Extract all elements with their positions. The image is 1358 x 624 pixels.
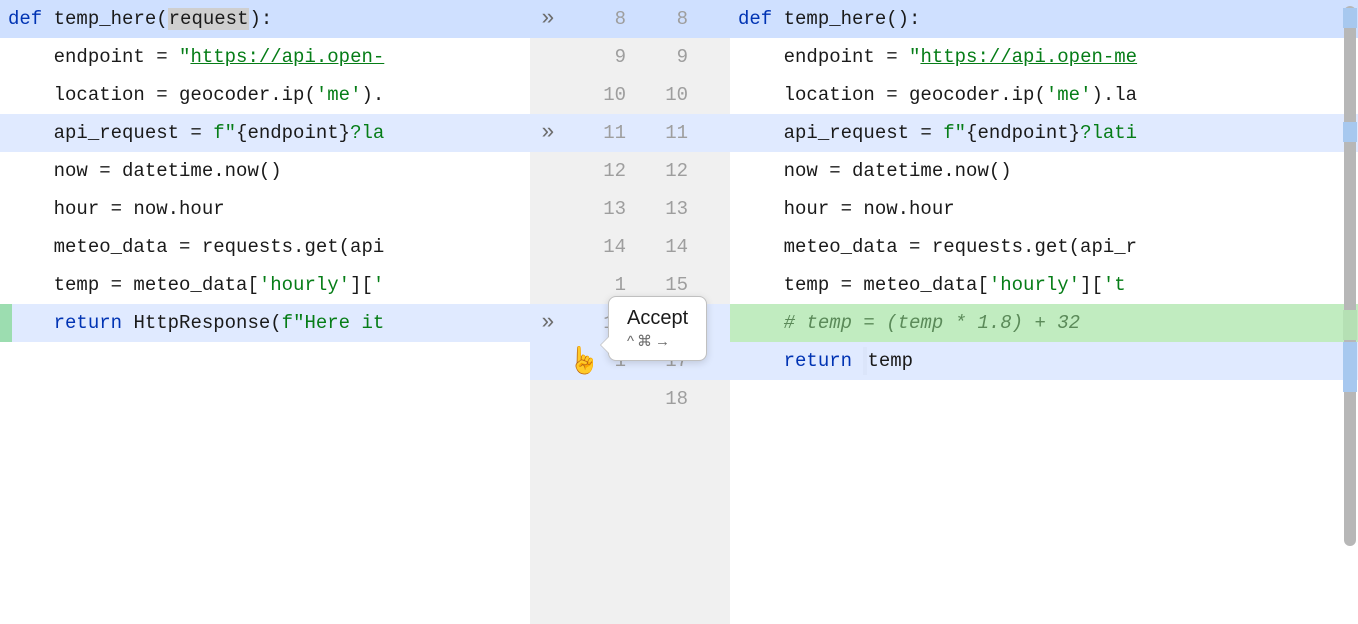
code-line[interactable]: location = geocoder.ip('me').la	[730, 76, 1358, 114]
code-line[interactable]: meteo_data = requests.get(api_r	[730, 228, 1358, 266]
gutter-row: 18	[530, 380, 730, 418]
code-line[interactable]: hour = now.hour	[0, 190, 530, 228]
right-line-number: 12	[636, 152, 706, 190]
code-line[interactable]: temp = meteo_data['hourly']['	[0, 266, 530, 304]
code-line[interactable]: endpoint = "https://api.open-	[0, 38, 530, 76]
gutter-row: 1212	[530, 152, 730, 190]
left-line-number: 9	[566, 38, 636, 76]
code-line[interactable]: now = datetime.now()	[730, 152, 1358, 190]
code-line[interactable]: return HttpResponse(f"Here it	[0, 304, 530, 342]
code-line[interactable]: temp = meteo_data['hourly']['t	[730, 266, 1358, 304]
left-code-pane[interactable]: def temp_here(request): endpoint = "http…	[0, 0, 530, 624]
left-line-number: 12	[566, 152, 636, 190]
right-line-number: 18	[636, 380, 706, 418]
scrollbar-thumb[interactable]	[1344, 6, 1356, 546]
accept-diff-popup[interactable]: Accept ^⌘→	[608, 296, 707, 361]
gutter-row: 1313	[530, 190, 730, 228]
gutter-row: 1010	[530, 76, 730, 114]
right-line-number: 13	[636, 190, 706, 228]
scroll-diff-marker[interactable]	[1343, 342, 1357, 392]
code-line[interactable]: meteo_data = requests.get(api	[0, 228, 530, 266]
scroll-diff-marker[interactable]	[1343, 8, 1357, 28]
left-line-number: 10	[566, 76, 636, 114]
code-line[interactable]: hour = now.hour	[730, 190, 1358, 228]
right-line-number: 8	[636, 0, 706, 38]
code-line[interactable]: def temp_here():	[730, 0, 1358, 38]
left-line-number: 11	[566, 114, 636, 152]
accept-chevron-icon[interactable]: »	[530, 114, 566, 152]
scroll-diff-marker[interactable]	[1343, 310, 1357, 340]
code-line[interactable]	[730, 380, 1358, 418]
code-line[interactable]: # temp = (temp * 1.8) + 32	[730, 304, 1358, 342]
left-line-number: 8	[566, 0, 636, 38]
left-line-number: 13	[566, 190, 636, 228]
accept-shortcut: ^⌘→	[627, 332, 688, 350]
right-line-number: 10	[636, 76, 706, 114]
right-code-pane[interactable]: def temp_here(): endpoint = "https://api…	[730, 0, 1358, 624]
code-line[interactable]: api_request = f"{endpoint}?la	[0, 114, 530, 152]
code-line[interactable]: def temp_here(request):	[0, 0, 530, 38]
gutter-row: »88	[530, 0, 730, 38]
scroll-diff-marker[interactable]	[1343, 122, 1357, 142]
gutter-row: 1414	[530, 228, 730, 266]
right-line-number: 9	[636, 38, 706, 76]
gutter-row: »1111	[530, 114, 730, 152]
code-line[interactable]: endpoint = "https://api.open-me	[730, 38, 1358, 76]
right-line-number: 11	[636, 114, 706, 152]
right-line-number: 14	[636, 228, 706, 266]
code-line[interactable]: api_request = f"{endpoint}?lati	[730, 114, 1358, 152]
accept-chevron-icon[interactable]: »	[530, 304, 566, 342]
gutter-row: 99	[530, 38, 730, 76]
code-line[interactable]: location = geocoder.ip('me').	[0, 76, 530, 114]
accept-chevron-icon[interactable]: »	[530, 0, 566, 38]
left-line-number: 14	[566, 228, 636, 266]
code-line[interactable]: return temp	[730, 342, 1358, 380]
accept-label[interactable]: Accept	[627, 307, 688, 330]
popup-beak	[601, 337, 609, 353]
code-line[interactable]: now = datetime.now()	[0, 152, 530, 190]
